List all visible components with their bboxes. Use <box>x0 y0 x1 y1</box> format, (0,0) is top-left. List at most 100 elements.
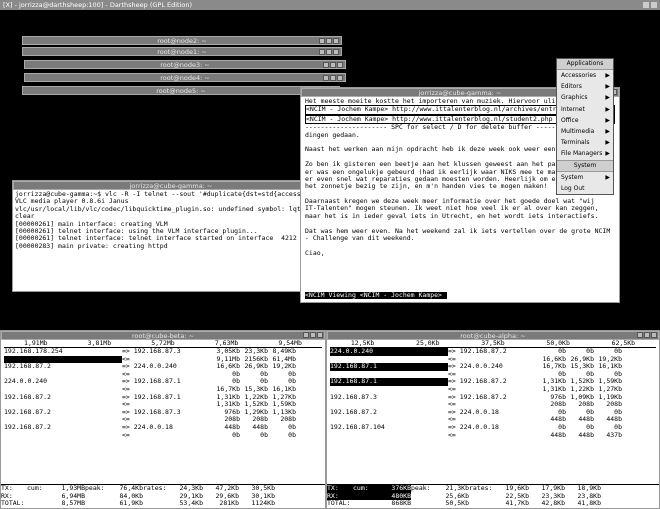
scale-tick-label: 50,0Kb <box>546 340 570 347</box>
menu-item[interactable]: Internet ▶ <box>557 104 613 115</box>
totals-cell <box>143 500 167 508</box>
window-title: root@node1: ~ <box>157 48 207 56</box>
menu-item-label: Editors <box>561 83 582 91</box>
maximize-icon[interactable] <box>330 75 336 81</box>
direction-host: => 224.0.0.18 <box>122 423 173 431</box>
node-window-titlebar[interactable]: root@node2: ~ <box>22 36 342 45</box>
host-address <box>330 371 448 379</box>
totals-cell: 61,9Kb <box>119 499 143 508</box>
direction-host: <= <box>448 355 456 363</box>
menu-item[interactable]: File Managers ▶ <box>557 148 613 159</box>
direction-host: <= <box>448 370 456 378</box>
close-icon[interactable] <box>333 49 339 55</box>
host-address: 192.168.87.2 <box>4 408 51 416</box>
scale-tick-label: 62,5Kb <box>611 340 636 347</box>
node-window-titlebar[interactable]: root@node5: ~ <box>22 86 340 95</box>
irc-line: - Challenge van dit weekend. <box>305 235 415 243</box>
totals-cell: rates: <box>143 484 167 493</box>
host-pair-row: <= 0b 0b 0b <box>4 430 322 440</box>
minimize-icon[interactable] <box>637 332 643 338</box>
menu-item-label: Log Out <box>561 184 585 192</box>
menu-system-header: System <box>557 159 613 172</box>
close-icon[interactable] <box>651 2 657 8</box>
direction-host: <= <box>122 355 130 363</box>
host-pair-row: 192.168.87.1 => 224.0.0.240 16,7Kb 15,3Kb 16… <box>330 363 656 371</box>
close-icon[interactable] <box>337 75 343 81</box>
direction-host: => 192.168.87.1 <box>122 378 181 386</box>
minimize-icon[interactable] <box>319 49 325 55</box>
chevron-right-icon: ▶ <box>605 94 610 102</box>
terminal-content[interactable]: jorrizza@cube-gamma:~$ vlc -R -I telnet … <box>13 190 329 251</box>
host-address <box>330 356 448 364</box>
alpha-titlebar[interactable]: root@cube-alpha: ~ <box>327 331 659 340</box>
scale-tick-label: 1,91Mb <box>24 340 48 347</box>
minimize-icon[interactable] <box>643 2 649 8</box>
menu-item[interactable]: Terminals ▶ <box>557 137 613 148</box>
maximize-icon[interactable] <box>326 38 332 44</box>
direction-host: <= <box>122 431 130 439</box>
maximize-icon[interactable] <box>326 49 332 55</box>
totals-cell: 281Kb <box>219 499 239 508</box>
direction-host: <= <box>122 370 130 378</box>
totals-cell <box>143 493 167 501</box>
direction-host: <= <box>448 431 456 439</box>
totals-row: TX: cum: 376KB peak: 21,3Kb rates: 19,6Kb 17,9K… <box>327 485 659 493</box>
irc-line: Ciao, <box>305 249 325 257</box>
host-pair-row: <= 448b 448b 448b <box>330 416 656 424</box>
terminal-line: [00000261] main interface: creating VLM <box>15 220 168 228</box>
scale-tick-label: 12,5Kb <box>350 340 375 347</box>
menu-item[interactable]: Graphics ▶ <box>557 92 613 103</box>
window-title: root@node4: ~ <box>160 74 210 82</box>
minimize-icon[interactable] <box>319 38 325 44</box>
minimize-icon[interactable] <box>303 332 309 338</box>
scale-tick-label: 9,54Mb <box>278 340 302 347</box>
totals-cell <box>469 500 493 508</box>
menu-item[interactable]: Multimedia ▶ <box>557 126 613 137</box>
maximize-icon[interactable] <box>310 332 316 338</box>
totals-row: RX: 480KB 25,6Kb 22,5Kb 23,3Kb 23,8Kb <box>327 492 659 501</box>
host-pair-row: 192.168.87.2 => 192.168.87.3 976b 1,29Kb 1,1… <box>4 408 322 417</box>
maximize-icon[interactable] <box>644 332 650 338</box>
totals-cell: 42,8Kb <box>541 499 565 508</box>
direction-host: => 192.168.87.2 <box>448 393 507 401</box>
rate-value: 0b <box>288 430 296 439</box>
chevron-right-icon: ▶ <box>605 72 610 79</box>
close-icon[interactable] <box>317 332 323 338</box>
menu-item[interactable]: Editors ▶ <box>557 81 613 92</box>
chevron-right-icon: ▶ <box>605 150 610 158</box>
direction-host: <= <box>448 416 456 424</box>
minimize-icon[interactable] <box>323 62 329 68</box>
gamma-terminal-window[interactable]: jorrizza@cube-gamma: ~ jorrizza@cube-gam… <box>12 180 330 292</box>
beta-titlebar[interactable]: root@cube-beta: ~ <box>1 331 325 340</box>
window-buttons <box>303 332 323 338</box>
close-icon[interactable] <box>651 332 657 338</box>
beta-iftop-window[interactable]: root@cube-beta: ~ 1,91Mb 3,81Mb 5,72Mb 7,63… <box>0 330 326 509</box>
desktop-title-bar: [X] - jorrizza@darthsheep:100] - Darthsh… <box>0 0 660 10</box>
node-window-titlebar[interactable]: root@node4: ~ <box>24 73 346 82</box>
menu-item[interactable]: Office ▶ <box>557 115 613 126</box>
scale-tick-label: 37,5Kb <box>481 340 505 347</box>
close-icon[interactable] <box>337 62 343 68</box>
applications-menu[interactable]: Applications Accessories ▶ Editors ▶ Graphic… <box>556 58 614 195</box>
host-address: 192.168.87.1 <box>330 378 448 386</box>
scale-tick-label: 7,63Mb <box>214 340 239 347</box>
totals-cell: TOTAL: <box>1 499 25 508</box>
direction-host: => 192.168.87.3 <box>122 408 181 416</box>
traffic-totals: TX: cum: 376KB peak: 21,3Kb rates: 19,6Kb 17,9K… <box>327 484 659 508</box>
rate-value: 0b <box>260 430 268 439</box>
alpha-iftop-window[interactable]: root@cube-alpha: ~ 12,5Kb 25,0Kb 37,5Kb 50,… <box>326 330 660 509</box>
menu-item[interactable]: System ▶ <box>557 172 613 183</box>
node-window-titlebar[interactable]: root@node1: ~ <box>22 47 342 56</box>
minimize-icon[interactable] <box>323 75 329 81</box>
maximize-icon[interactable] <box>330 62 336 68</box>
totals-row: TOTAL: 8,57MB 61,9Kb 53,4Kb 281Kb 1124Kb <box>1 500 325 508</box>
irc-line: Dat was hem weer even. Na het weekend za… <box>305 227 611 235</box>
menu-item[interactable]: Log Out <box>557 183 613 194</box>
gamma-terminal-titlebar[interactable]: jorrizza@cube-gamma: ~ <box>13 181 329 190</box>
menu-item[interactable]: Accessories ▶ <box>557 70 613 81</box>
node-window-titlebar[interactable]: root@node3: ~ <box>24 60 346 69</box>
close-icon[interactable] <box>333 38 339 44</box>
window-title: jorrizza@cube-gamma: ~ <box>129 182 213 190</box>
terminal-line: clear <box>15 213 35 221</box>
bandwidth-scale: 1,91Mb 3,81Mb 5,72Mb 7,63Mb 9,54Mb <box>4 340 322 348</box>
